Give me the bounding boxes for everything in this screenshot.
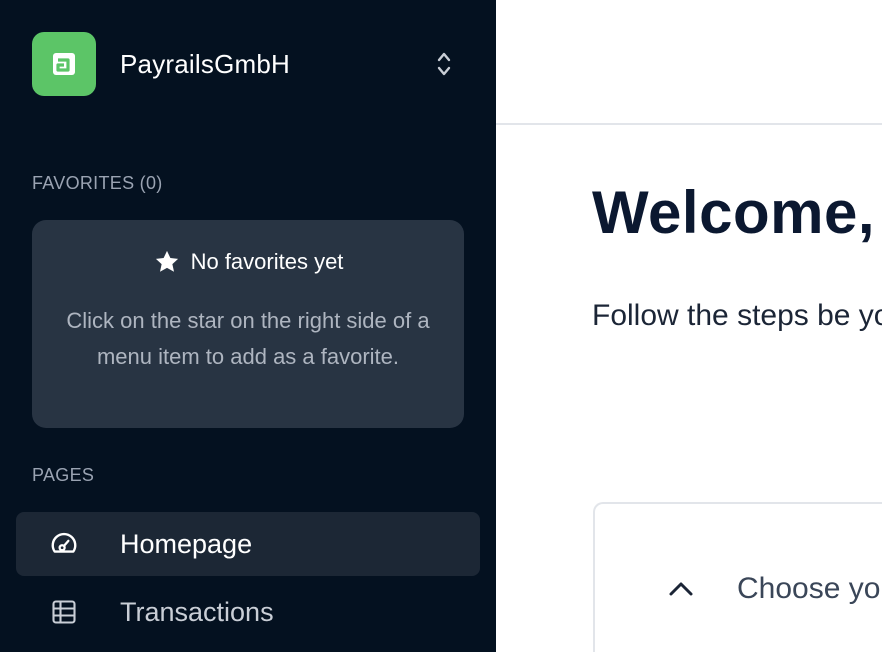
sidebar-item-label: Transactions: [120, 596, 274, 627]
table-icon: [48, 596, 80, 628]
favorites-empty-title: No favorites yet: [153, 248, 344, 276]
dashboard-gauge-icon: [48, 528, 80, 560]
org-logo: [32, 32, 96, 96]
pages-section-label: PAGES: [32, 465, 95, 485]
onboarding-step-card: Choose yo: [593, 502, 882, 652]
onboarding-step-label: Choose yo: [737, 572, 881, 605]
star-icon: [155, 250, 178, 272]
main-content: Welcome, Follow the steps be you need. C…: [496, 0, 882, 652]
org-logo-icon: [53, 53, 75, 75]
chevron-up-icon[interactable]: [667, 575, 695, 603]
org-name: PayrailsGmbH: [120, 48, 290, 79]
app-window: PayrailsGmbH FAVORITES (0) No favorites …: [0, 0, 882, 652]
favorites-section-label: FAVORITES (0): [32, 173, 163, 193]
sidebar-item-homepage[interactable]: Homepage: [16, 512, 480, 576]
org-switcher[interactable]: PayrailsGmbH: [32, 32, 464, 96]
favorites-empty-card: No favorites yet Click on the star on th…: [32, 220, 464, 428]
sidebar: PayrailsGmbH FAVORITES (0) No favorites …: [0, 0, 496, 652]
sidebar-item-transactions[interactable]: Transactions: [16, 580, 480, 644]
page-title: Welcome,: [592, 179, 875, 246]
favorites-empty-title-text: No favorites yet: [190, 249, 344, 274]
favorites-empty-description: Click on the star on the right side of a…: [66, 308, 430, 369]
top-bar: [496, 0, 882, 125]
sidebar-item-label: Homepage: [120, 528, 253, 559]
onboarding-step-toggle[interactable]: Choose yo: [667, 572, 880, 606]
chevron-up-down-icon[interactable]: [432, 48, 456, 80]
page-subtitle: Follow the steps be you need.: [592, 299, 882, 332]
